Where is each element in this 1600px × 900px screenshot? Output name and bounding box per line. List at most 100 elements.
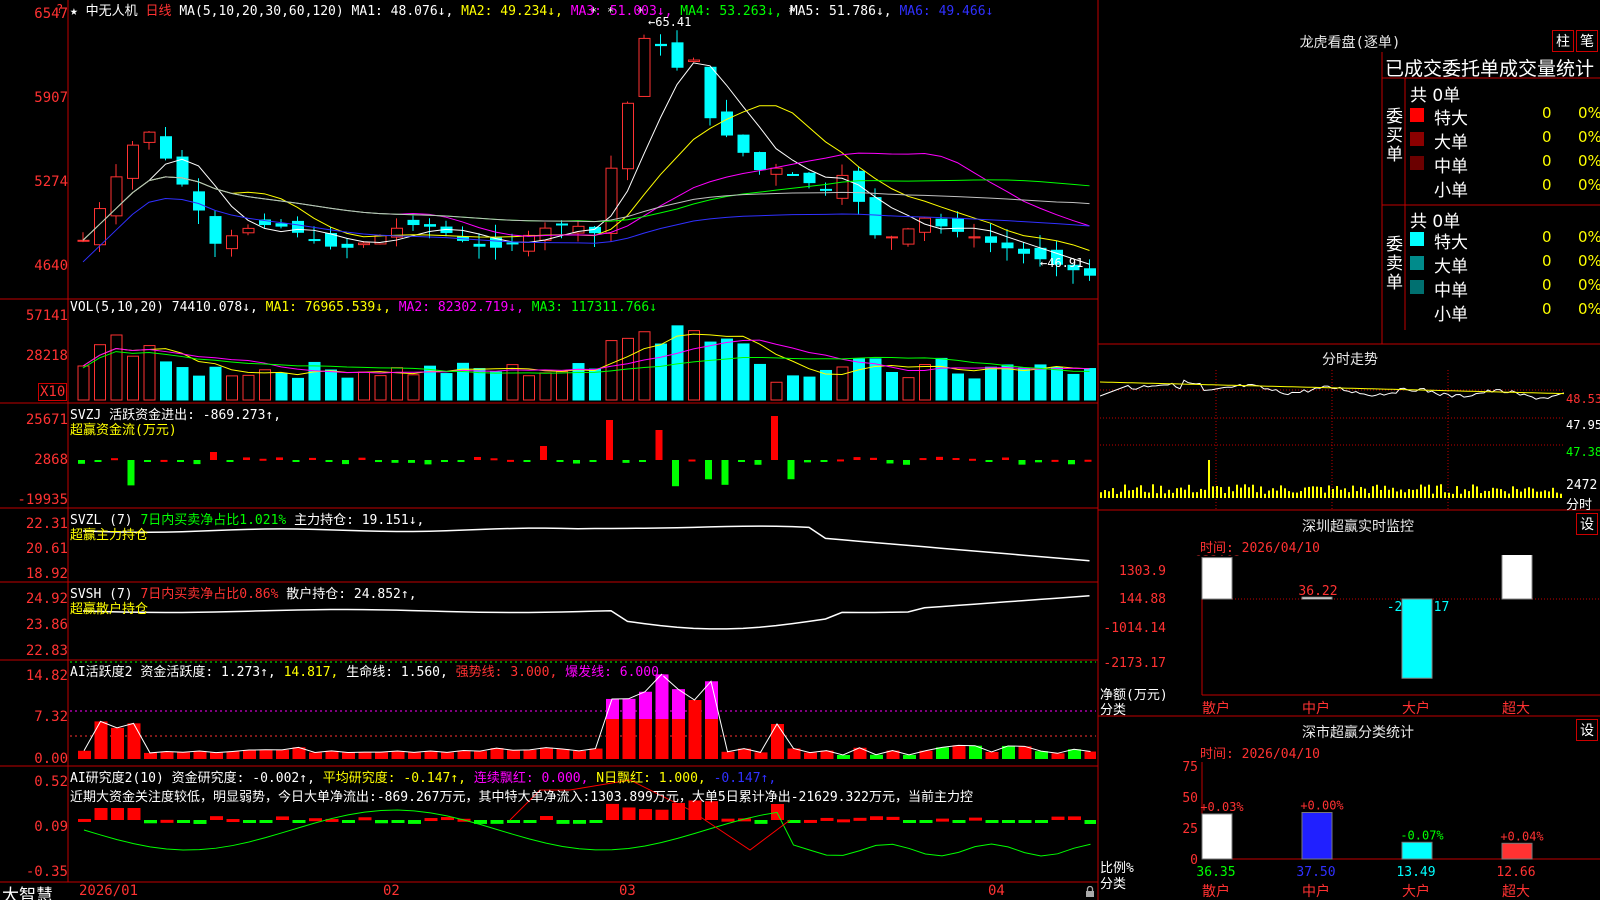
candle [94, 208, 106, 246]
classify-settings-button[interactable]: 设 [1576, 719, 1598, 741]
intraday-title: 分时走势 [1322, 352, 1378, 368]
volume-bar [143, 345, 156, 401]
vol-axis-tick: 57141 [25, 308, 68, 324]
ma-line [82, 62, 1090, 265]
svzl-axis-tick: 20.61 [25, 541, 68, 557]
activity-bar [540, 747, 553, 759]
activity-bar [309, 752, 322, 759]
intraday-vol-bar [1396, 491, 1398, 498]
research-bar [375, 820, 388, 824]
research-bar [226, 819, 240, 823]
research-bar [1084, 820, 1096, 824]
activity-bar [408, 752, 421, 759]
research-bar [903, 820, 916, 823]
fund-flow-bar [457, 460, 465, 463]
intraday-vol-bar [1300, 491, 1302, 498]
lock-icon[interactable] [1084, 886, 1096, 898]
volume-bar [539, 372, 552, 401]
monitor-settings-button[interactable]: 设 [1576, 513, 1598, 535]
monitor-chart[interactable]: 1303.9 144.88 -1014.14 -2173.17 833.05 散户 36.2… [1100, 555, 1600, 715]
activity-bar [870, 754, 883, 759]
candle [638, 37, 651, 97]
lhb-title: 龙虎看盘(逐单) [1299, 35, 1401, 51]
intraday-vol-bar [1404, 492, 1406, 498]
ma-params: MA(5,10,20,30,60,120) [179, 4, 344, 19]
intraday-vol-bar [1104, 490, 1106, 498]
activity-line [83, 673, 1091, 756]
volume-bar [110, 334, 123, 401]
svzl-ratio: 7日内买卖净占比1.021% [140, 513, 287, 528]
intraday-vol-bar [1500, 489, 1502, 498]
intraday-vol-bar [1296, 492, 1298, 498]
research-bar [1051, 816, 1065, 820]
intraday-vol-bar [1308, 486, 1310, 498]
ai1-burst: 爆发线: 6.000, [565, 665, 667, 680]
intraday-vol-bar [1284, 488, 1286, 498]
candle [275, 223, 288, 227]
intraday-vol-bar [1180, 487, 1182, 498]
intraday-vol-bar [1412, 489, 1414, 498]
volume-bar [935, 357, 948, 401]
x-axis-label: 04 [988, 883, 1005, 899]
fund-flow-bar [969, 458, 976, 461]
fund-flow-bar [1018, 460, 1026, 465]
monitor-axis-tick: 1303.9 [1119, 564, 1166, 579]
period-label[interactable]: 日线 [146, 4, 172, 19]
intraday-vol-bar [1480, 493, 1482, 498]
activity-bar [424, 751, 438, 759]
intraday-vol-bar [1204, 489, 1206, 498]
intraday-vol-bar [1272, 488, 1274, 498]
activity-bar [837, 754, 850, 759]
classify-bar-value: 37.50 [1296, 865, 1335, 880]
fund-flow-bar [589, 460, 597, 462]
intraday-vol-bar [1304, 487, 1306, 498]
classify-title: 深市超赢分类统计 [1302, 725, 1414, 741]
candle [869, 197, 882, 236]
fund-flow-bar [276, 457, 283, 460]
volume-chart[interactable] [70, 300, 1096, 402]
bar-mode-button[interactable]: 柱 [1552, 30, 1574, 52]
fund-flow-bar [1002, 457, 1009, 460]
ma1-value: MA1: 48.076↓, [351, 4, 454, 19]
candle [1084, 268, 1096, 276]
candle [985, 236, 997, 243]
research-bar [721, 818, 735, 822]
research-bar [606, 803, 619, 820]
research-bar [210, 816, 223, 820]
intraday-vol-bar [1268, 490, 1270, 498]
fund-flow-bar [787, 460, 795, 480]
price-chart[interactable]: * * * * [70, 0, 1096, 298]
svzl-axis-tick: 22.31 [25, 516, 68, 532]
intraday-axis-tick: 47.95 [1566, 418, 1600, 432]
ai2-comment: 近期大资金关注度较低，明显弱势，今日大单净流出:-869.267万元，其中特大单… [70, 790, 973, 805]
intraday-vol-bar [1316, 486, 1318, 498]
favorite-star-icon[interactable]: ★ [70, 4, 78, 19]
vol-unit-label: X10 [38, 383, 68, 401]
research-bar [276, 816, 289, 820]
monitor-time: 时间: 2026/04/10 [1200, 541, 1320, 556]
fund-flow-bar [507, 459, 514, 462]
intraday-vol-bar [1444, 492, 1446, 498]
monitor-bar [1201, 557, 1233, 600]
classify-chart[interactable]: 7550250+0.03%36.35散户+0.00%37.50中户-0.07%1… [1100, 757, 1600, 900]
research-bar [837, 819, 850, 823]
candle [952, 218, 964, 232]
activity-bar [375, 752, 388, 759]
intraday-chart[interactable] [1100, 370, 1564, 510]
intraday-vol-bar [1124, 484, 1126, 498]
intraday-vol-bar [1156, 493, 1158, 498]
intraday-vol-bar [1512, 486, 1514, 498]
classify-bar-change: +0.04% [1500, 829, 1544, 843]
activity-bar [952, 745, 966, 759]
intraday-axis-tick: 48.53 [1566, 392, 1600, 406]
research-bar [408, 820, 421, 824]
order-name: 中单 [1434, 157, 1468, 177]
research-bar [1002, 820, 1015, 823]
fund-flow-bar [754, 460, 762, 465]
candle [721, 111, 733, 136]
svsh-axis-tick: 24.92 [25, 591, 68, 607]
intraday-vol-bar [1468, 491, 1470, 498]
pen-mode-button[interactable]: 笔 [1576, 30, 1598, 52]
candle [127, 144, 139, 179]
candle [473, 243, 486, 247]
